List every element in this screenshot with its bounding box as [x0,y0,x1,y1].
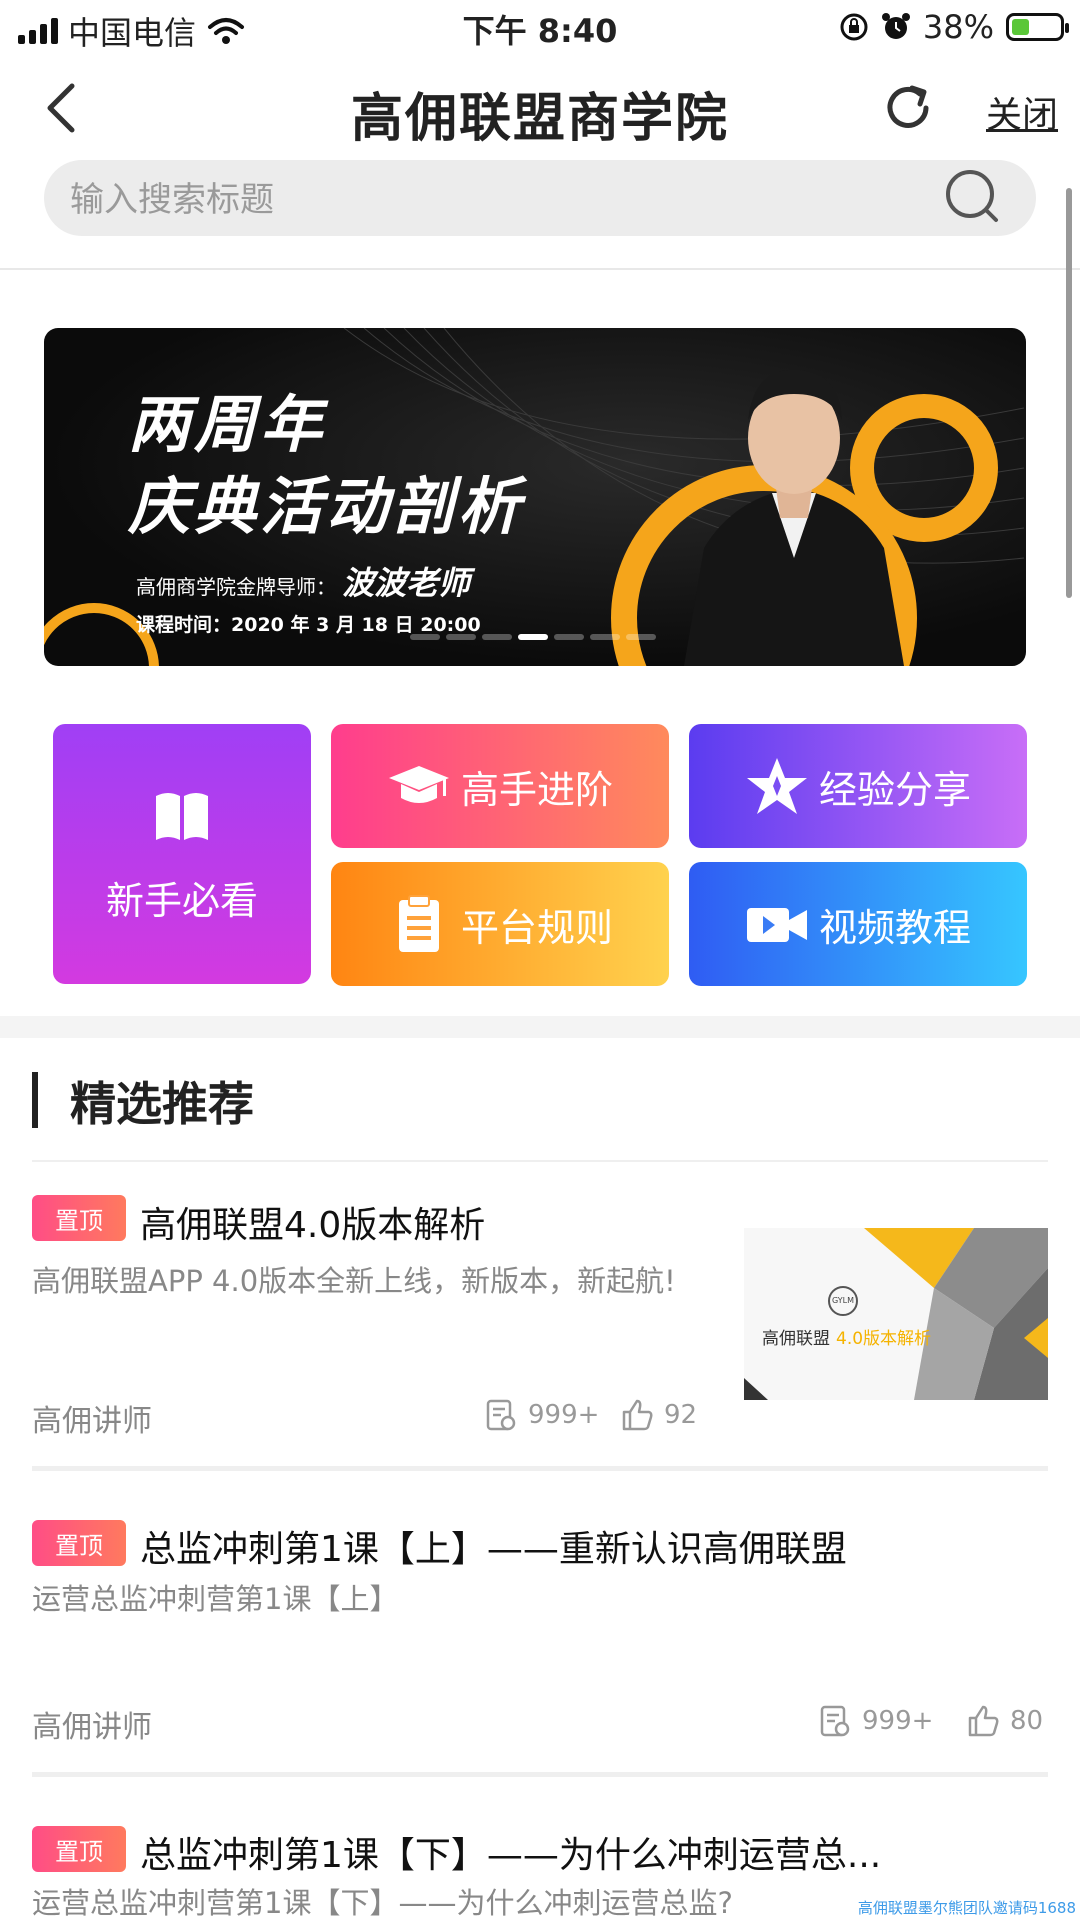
battery-percent: 38% [922,8,994,46]
category-video-button[interactable]: 视频教程 [689,862,1027,986]
alarm-icon [881,13,910,39]
gylm-logo: GYLM [828,1286,858,1316]
banner-carousel[interactable]: 两周年 庆典活动剖析 高佣商学院金牌导师： 波波老师 课程时间：2020 年 3 … [44,328,1026,666]
article-author: 高佣讲师 [32,1404,152,1439]
carousel-dot[interactable] [446,634,476,640]
thumbnail-subtitle: 4.0版本解析 [836,1329,932,1349]
refresh-icon[interactable] [882,82,934,134]
divider [32,1466,1048,1471]
article-likes[interactable]: 92 [620,1398,697,1432]
category-rules-label: 平台规则 [460,905,613,950]
views-icon [486,1399,516,1431]
thumbnail-graphic [744,1228,1048,1400]
carousel-dot[interactable] [482,634,512,640]
teacher-photo [684,369,904,666]
nav-bar: 高佣联盟商学院 关闭 [0,58,1080,158]
article-thumbnail[interactable]: GYLM 高佣联盟 4.0版本解析 [744,1228,1048,1400]
views-count: 999+ [862,1706,934,1736]
thumbnail-caption: 高佣联盟 4.0版本解析 [762,1324,931,1349]
thumbs-up-icon [968,1705,999,1737]
carousel-dot[interactable] [518,634,548,640]
category-newbie-button[interactable]: 新手必看 [53,724,311,984]
article-title[interactable]: 总监冲刺第1课【上】——重新认识高佣联盟 [140,1520,847,1572]
likes-count: 92 [664,1400,698,1430]
carousel-indicator [410,634,656,640]
carousel-dot[interactable] [410,634,440,640]
article-views: 999+ [818,1704,933,1738]
video-camera-icon [746,908,807,942]
banner-subheadline: 庆典活动剖析 [128,470,525,543]
carousel-dot[interactable] [554,634,584,640]
status-bar: 中国电信 下午 8:40 38% [0,0,1080,54]
battery-icon [1006,13,1069,41]
section-title: 精选推荐 [70,1077,254,1131]
book-icon [156,792,208,840]
article-likes[interactable]: 80 [966,1704,1043,1738]
pinned-badge: 置顶 [32,1826,126,1872]
banner-teacher: 高佣商学院金牌导师： 波波老师 [136,558,470,604]
thumbs-up-icon [622,1399,653,1431]
carousel-dot[interactable] [590,634,620,640]
likes-count: 80 [1010,1706,1044,1736]
article-desc[interactable]: 高佣联盟APP 4.0版本全新上线，新版本，新起航! [32,1258,702,1304]
search-placeholder: 输入搜索标题 [70,180,274,220]
graduation-cap-icon [388,766,449,803]
search-input[interactable]: 输入搜索标题 [44,160,1036,236]
article-author: 高佣讲师 [32,1710,152,1745]
views-count: 999+ [528,1400,600,1430]
article-desc[interactable]: 运营总监冲刺营第1课【下】——为什么冲刺运营总监? [32,1880,932,1920]
close-button[interactable]: 关闭 [986,86,1058,138]
section-spacer [0,1016,1080,1038]
category-advanced-button[interactable]: 高手进阶 [331,724,669,848]
banner-course-time: 课程时间：2020 年 3 月 18 日 20:00 [136,614,481,636]
article-desc[interactable]: 运营总监冲刺营第1课【上】 [32,1576,932,1622]
category-advanced-label: 高手进阶 [460,767,613,812]
views-icon [820,1705,850,1737]
article-title[interactable]: 总监冲刺第1课【下】——为什么冲刺运营总... [140,1826,881,1878]
pinned-badge: 置顶 [32,1195,126,1241]
carousel-dot[interactable] [626,634,656,640]
category-experience-button[interactable]: 经验分享 [689,724,1027,848]
divider [0,268,1080,270]
article-views: 999+ [484,1398,599,1432]
article-title[interactable]: 高佣联盟4.0版本解析 [140,1196,485,1248]
search-icon[interactable] [942,166,1002,226]
divider [32,1772,1048,1777]
section-accent-bar [32,1072,38,1128]
divider [32,1160,1048,1162]
clipboard-icon [398,895,439,952]
star-icon [746,758,807,814]
watermark: 高佣联盟墨尔熊团队邀请码1688 [857,1899,1076,1917]
thumbnail-brand: 高佣联盟 [762,1329,830,1349]
banner-teacher-prefix: 高佣商学院金牌导师： [136,575,336,599]
category-experience-label: 经验分享 [818,767,971,812]
pinned-badge: 置顶 [32,1520,126,1566]
category-newbie-label: 新手必看 [105,878,258,923]
rotation-lock-icon [840,13,868,41]
banner-teacher-name: 波波老师 [342,564,471,602]
category-rules-button[interactable]: 平台规则 [331,862,669,986]
category-video-label: 视频教程 [818,905,971,950]
scrollbar[interactable] [1066,188,1072,598]
banner-headline: 两周年 [128,388,327,461]
